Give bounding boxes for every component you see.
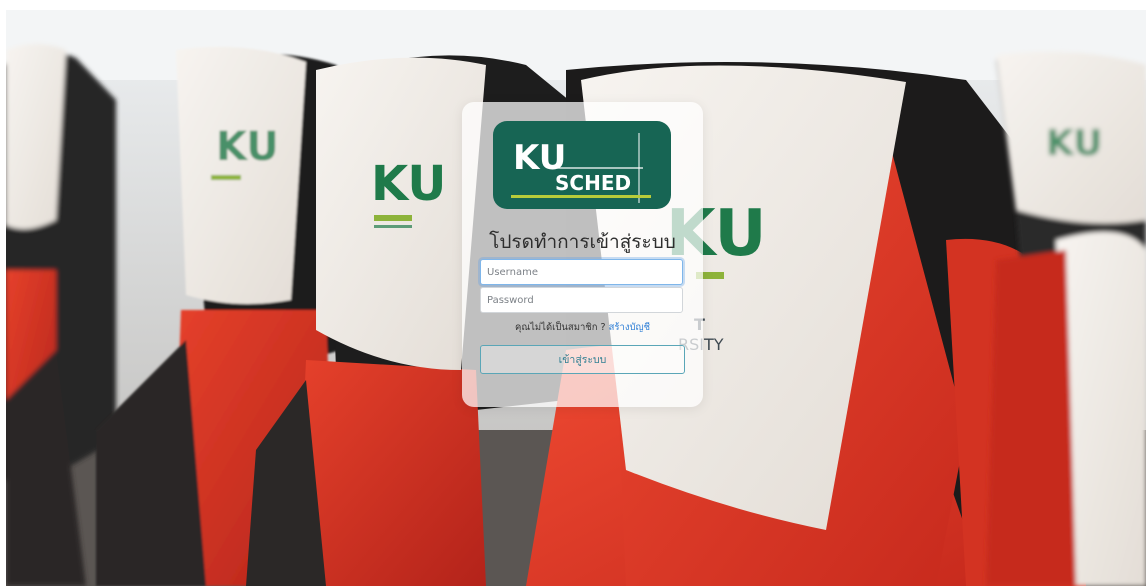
- svg-text:SCHED: SCHED: [555, 171, 631, 195]
- login-button[interactable]: เข้าสู่ระบบ: [480, 345, 685, 374]
- login-heading: โปรดทำการเข้าสู่ระบบ: [489, 231, 676, 253]
- signup-prompt: คุณไม่ได้เป็นสมาชิก ? สร้างบัญชี: [462, 320, 703, 335]
- svg-text:KU: KU: [216, 124, 279, 170]
- svg-text:KU: KU: [1046, 123, 1103, 164]
- login-card: KU SCHED โปรดทำการเข้าสู่ระบบ คุณไม่ได้เ…: [462, 102, 703, 407]
- svg-text:KU: KU: [371, 156, 446, 212]
- login-page: KU KU KU T RSITY: [6, 10, 1146, 586]
- create-account-link[interactable]: สร้างบัญชี: [609, 322, 650, 333]
- username-input[interactable]: [480, 259, 683, 285]
- password-input[interactable]: [480, 287, 683, 313]
- signup-prompt-text: คุณไม่ได้เป็นสมาชิก ?: [514, 322, 609, 333]
- kusched-logo: KU SCHED: [493, 121, 671, 209]
